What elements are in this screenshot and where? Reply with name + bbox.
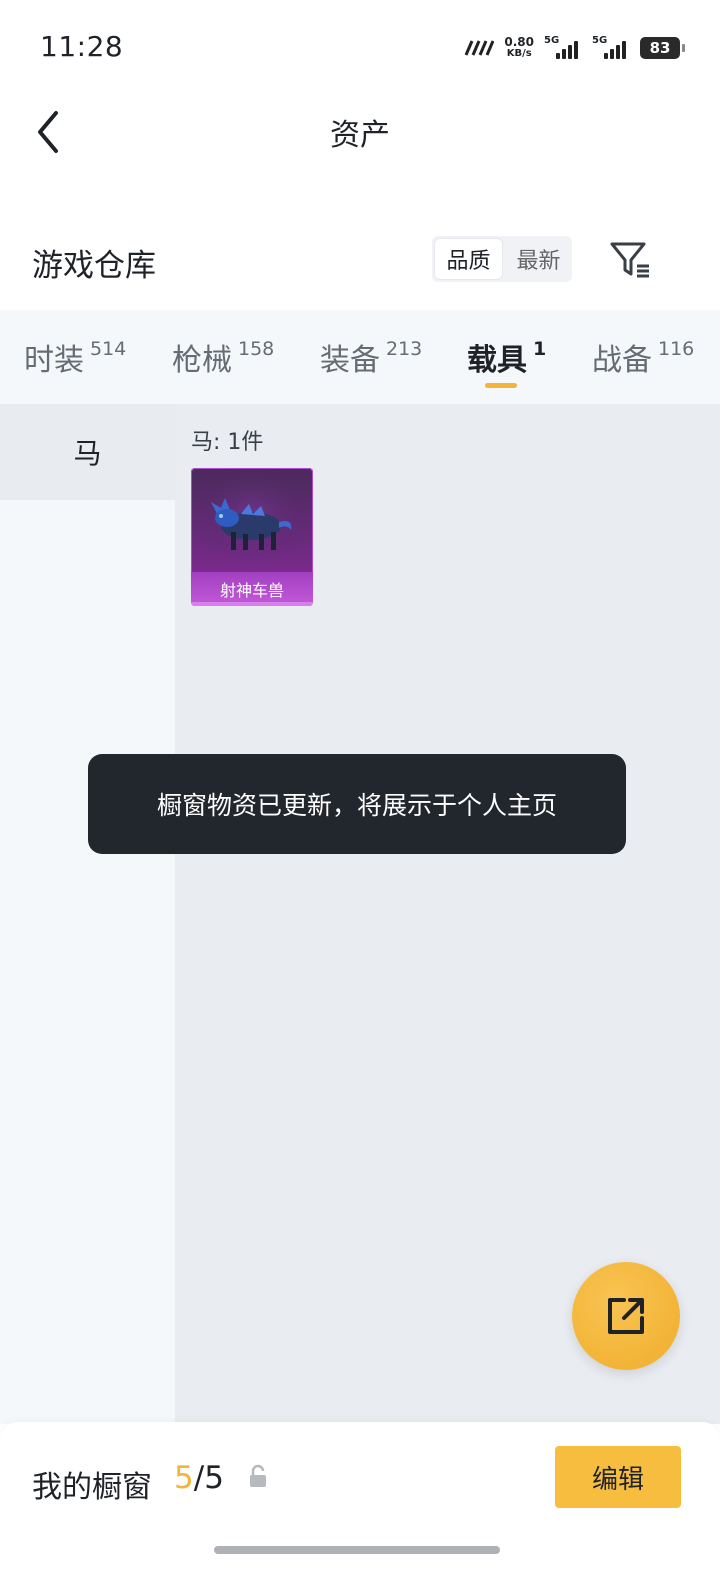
- share-button[interactable]: [572, 1262, 680, 1370]
- battery-level: 83: [649, 39, 671, 57]
- tab-count: 1: [533, 338, 547, 360]
- tab-label: 战备: [592, 343, 652, 378]
- tab-count: 213: [386, 338, 423, 360]
- status-time: 11:28: [40, 30, 124, 63]
- sim1-label: 5G: [544, 35, 560, 46]
- item-count-label: 马: 1件: [191, 430, 264, 455]
- header: 资产: [0, 96, 720, 176]
- tab-vehicles[interactable]: 载具 1: [467, 310, 546, 404]
- subcategory-item-horse[interactable]: 马: [0, 404, 175, 500]
- tab-label: 枪械: [172, 343, 232, 378]
- tab-count: 116: [658, 338, 695, 360]
- item-card[interactable]: 射神车兽: [191, 468, 313, 606]
- showcase-count: 5/5: [174, 1460, 224, 1496]
- tab-label: 载具: [467, 343, 527, 378]
- showcase-separator: /: [193, 1460, 205, 1496]
- tab-guns[interactable]: 枪械 158: [172, 310, 274, 404]
- showcase-bar: 我的橱窗 5/5 编辑: [0, 1422, 720, 1584]
- rarity-bar: [191, 602, 313, 606]
- tab-label: 时装: [24, 343, 84, 378]
- showcase-used: 5: [174, 1460, 194, 1496]
- home-indicator[interactable]: [214, 1546, 500, 1554]
- share-icon: [608, 1298, 644, 1334]
- sort-quality-button[interactable]: 品质: [434, 238, 503, 280]
- tab-fashion[interactable]: 时装 514: [24, 310, 126, 404]
- sort-latest-button[interactable]: 最新: [505, 236, 572, 282]
- warehouse-title: 游戏仓库: [32, 248, 156, 284]
- warehouse-row: 游戏仓库 品质 最新: [0, 222, 720, 302]
- toast-message: 橱窗物资已更新，将展示于个人主页: [88, 754, 626, 854]
- status-bar: 11:28 0.80 KB/s 5G 5G 83: [0, 0, 720, 96]
- tab-label: 装备: [320, 343, 380, 378]
- page-title: 资产: [330, 118, 390, 153]
- screen: 11:28 0.80 KB/s 5G 5G 83 资产 游戏仓库 品质 最新 时…: [0, 0, 720, 1584]
- signal-sim2-icon: 5G: [592, 35, 630, 59]
- sim2-label: 5G: [592, 35, 608, 46]
- category-tabs: 时装 514 枪械 158 装备 213 载具 1 战备 116: [0, 310, 720, 404]
- net-speed-unit: KB/s: [506, 48, 532, 59]
- filter-button[interactable]: [606, 236, 654, 284]
- tab-combat-supplies[interactable]: 战备 116: [592, 310, 694, 404]
- status-icons: 0.80 KB/s 5G 5G 83: [464, 34, 685, 62]
- tab-equipment[interactable]: 装备 213: [320, 310, 422, 404]
- showcase-total: 5: [204, 1460, 224, 1496]
- sort-toggle: 品质 最新: [432, 236, 572, 282]
- showcase-label: 我的橱窗: [32, 1470, 152, 1505]
- tab-count: 514: [90, 338, 127, 360]
- edit-button[interactable]: 编辑: [555, 1446, 681, 1508]
- item-name: 射神车兽: [191, 572, 313, 606]
- mount-creature-image: [191, 468, 313, 572]
- subcategory-list: 马: [0, 404, 175, 1424]
- net-speed-value: 0.80: [504, 35, 534, 49]
- signal-sim1-icon: 5G: [544, 35, 582, 59]
- tab-count: 158: [238, 338, 275, 360]
- carrier-logo-icon: [465, 40, 495, 56]
- lock-icon: [250, 1464, 266, 1487]
- net-speed: 0.80 KB/s: [504, 36, 534, 60]
- battery-icon: 83: [640, 37, 685, 59]
- filter-icon: [610, 242, 649, 278]
- active-tab-indicator: [484, 383, 517, 388]
